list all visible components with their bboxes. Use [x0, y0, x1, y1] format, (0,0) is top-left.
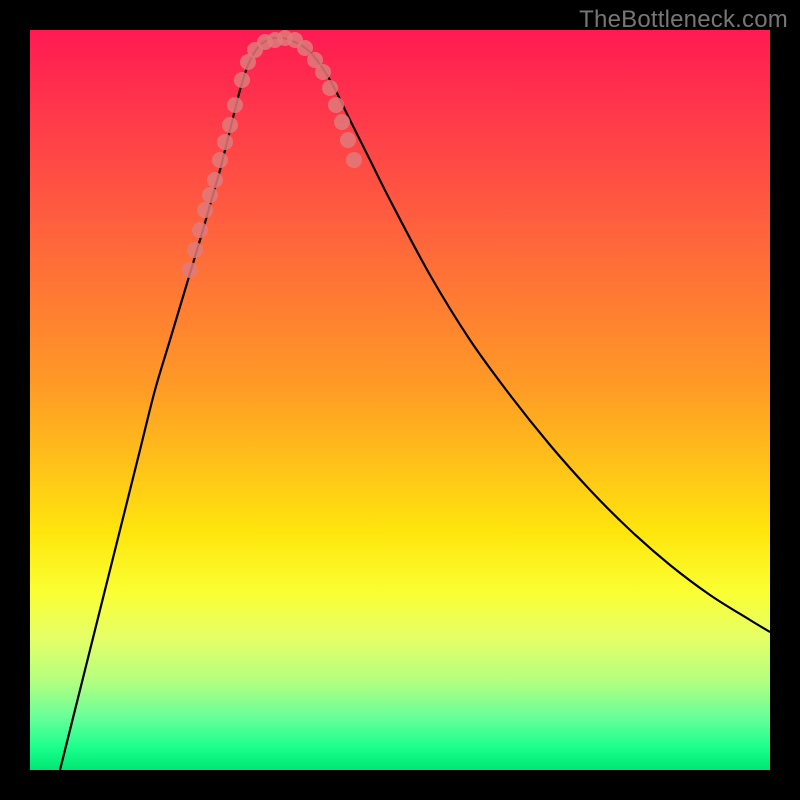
dot — [328, 97, 344, 113]
dot — [227, 97, 243, 113]
dot — [346, 152, 362, 168]
dot — [192, 222, 208, 238]
chart-svg — [30, 30, 770, 770]
dot — [234, 72, 250, 88]
bottleneck-curve — [60, 38, 770, 770]
dot — [202, 187, 218, 203]
highlighted-dots-group — [182, 30, 362, 278]
dot — [182, 262, 198, 278]
dot — [322, 80, 338, 96]
dot — [315, 64, 331, 80]
dot — [207, 172, 223, 188]
dot — [197, 202, 213, 218]
watermark-text: TheBottleneck.com — [579, 6, 788, 34]
curve-group — [60, 38, 770, 770]
dot — [187, 242, 203, 258]
dot — [340, 132, 356, 148]
dot — [212, 152, 228, 168]
plot-area — [30, 30, 770, 770]
outer-frame: TheBottleneck.com — [0, 0, 800, 800]
dot — [334, 114, 350, 130]
dot — [222, 117, 238, 133]
dot — [217, 134, 233, 150]
